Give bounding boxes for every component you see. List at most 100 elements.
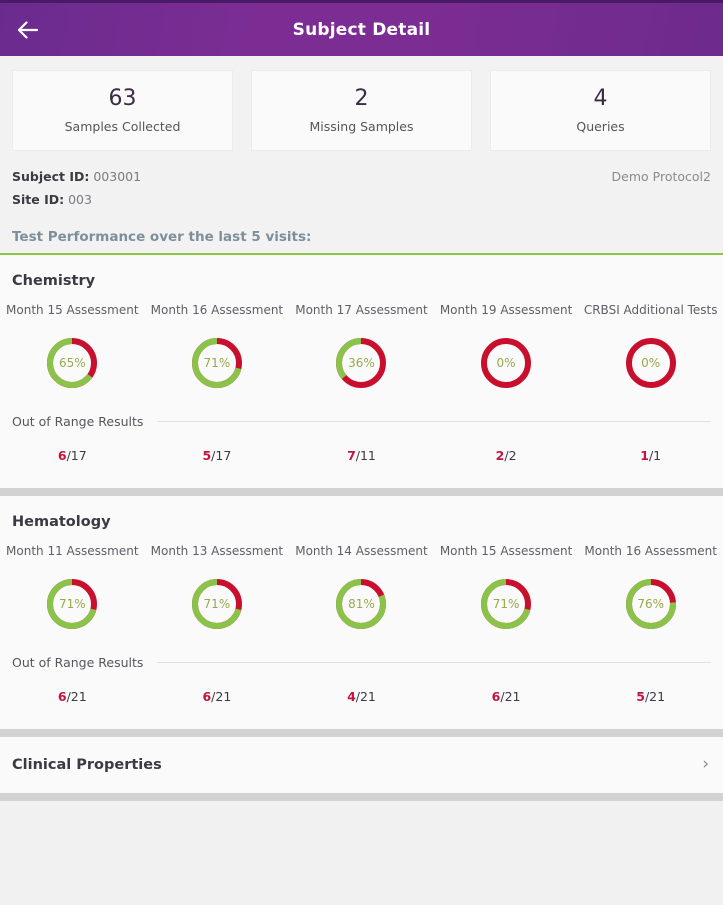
donut-chart[interactable]: 65% xyxy=(47,337,98,388)
donut-percent-label: 76% xyxy=(637,596,664,611)
fraction: 5/21 xyxy=(636,689,665,704)
fraction-denominator: 21 xyxy=(359,688,376,704)
clinical-properties-row[interactable]: Clinical Properties › xyxy=(0,736,723,793)
fraction-numerator: 1 xyxy=(640,447,649,463)
fraction-cell: 1/1 xyxy=(578,445,723,464)
donut-chart[interactable]: 71% xyxy=(191,337,242,388)
column-labels-chemistry: Month 15 Assessment Month 16 Assessment … xyxy=(0,291,723,322)
site-id-row: Site ID: 003 xyxy=(12,188,711,211)
column-label-text: Month 15 Assessment xyxy=(6,302,139,317)
fraction: 5/17 xyxy=(202,448,231,463)
fraction-numerator: 5 xyxy=(202,447,212,463)
donut-chart[interactable]: 71% xyxy=(47,578,98,629)
fraction: 7/11 xyxy=(347,448,376,463)
column-label: Month 16 Assessment xyxy=(145,303,290,318)
fraction-numerator: 6 xyxy=(57,688,67,704)
fraction: 4/21 xyxy=(347,689,376,704)
subject-id-row: Subject ID: 003001 Demo Protocol2 xyxy=(12,165,711,188)
donut-percent-label: 71% xyxy=(203,355,231,370)
column-label: Month 11 Assessment xyxy=(0,544,145,559)
back-button[interactable] xyxy=(0,2,56,58)
stats-strip: 63 Samples Collected 2 Missing Samples 4… xyxy=(0,56,723,161)
stat-value: 4 xyxy=(593,86,608,111)
panel-hematology: Hematology Month 11 Assessment Month 13 … xyxy=(0,495,723,729)
fraction-cell: 2/2 xyxy=(434,445,579,464)
fraction-numerator: 6 xyxy=(202,688,212,704)
fraction-cell: 7/11 xyxy=(289,445,434,464)
donut-cell: 71% xyxy=(434,578,579,633)
donut-chart[interactable]: 36% xyxy=(336,337,387,388)
donut-chart[interactable]: 71% xyxy=(481,578,532,629)
test-performance-title: Test Performance over the last 5 visits: xyxy=(12,228,312,245)
stat-card-queries[interactable]: 4 Queries xyxy=(490,70,711,151)
donut-percent-label: 36% xyxy=(348,355,375,370)
column-label-text: Month 14 Assessment xyxy=(295,543,428,558)
fraction-cell: 6/21 xyxy=(434,686,579,705)
page-content: 63 Samples Collected 2 Missing Samples 4… xyxy=(0,56,723,801)
donut-cell: 81% xyxy=(289,578,434,633)
fraction-denominator: 21 xyxy=(215,688,232,704)
fraction: 6/21 xyxy=(202,689,231,704)
section-separator xyxy=(0,487,723,496)
column-label-text: Month 16 Assessment xyxy=(150,302,284,317)
fraction: 1/1 xyxy=(640,448,661,463)
column-label: CRBSI Additional Tests xyxy=(578,303,723,318)
protocol-name: Demo Protocol2 xyxy=(611,168,711,184)
fraction-denominator: 1 xyxy=(653,447,662,463)
fraction-denominator: 21 xyxy=(649,688,666,704)
arrow-left-icon xyxy=(17,20,39,39)
donut-chart[interactable]: 0% xyxy=(625,337,676,388)
donut-chart[interactable]: 71% xyxy=(191,578,242,629)
donut-cell: 0% xyxy=(578,337,723,392)
stat-label: Queries xyxy=(576,118,625,134)
site-id: Site ID: 003 xyxy=(12,192,92,207)
column-label-text: Month 17 Assessment xyxy=(295,302,428,317)
fraction-denominator: 11 xyxy=(359,447,376,463)
column-label-text: Month 15 Assessment xyxy=(439,543,573,558)
stat-label: Missing Samples xyxy=(309,118,414,134)
column-label-text: Month 16 Assessment xyxy=(584,543,717,558)
out-of-range-row-hematology: Out of Range Results xyxy=(0,637,723,670)
donut-cell: 71% xyxy=(0,578,145,633)
donut-percent-label: 65% xyxy=(58,355,86,370)
divider xyxy=(157,420,711,422)
stat-label: Samples Collected xyxy=(64,118,181,134)
fraction-cell: 6/17 xyxy=(0,445,145,464)
donut-percent-label: 71% xyxy=(492,596,520,611)
fraction: 2/2 xyxy=(496,448,517,463)
stat-card-missing-samples[interactable]: 2 Missing Samples xyxy=(251,70,472,151)
chevron-right-icon: › xyxy=(702,754,709,774)
subject-detail-page: Subject Detail 63 Samples Collected 2 Mi… xyxy=(0,0,723,905)
donut-percent-label: 81% xyxy=(348,596,375,611)
subject-meta: Subject ID: 003001 Demo Protocol2 Site I… xyxy=(0,160,723,225)
stat-card-samples-collected[interactable]: 63 Samples Collected xyxy=(12,70,233,151)
test-performance-header: Test Performance over the last 5 visits: xyxy=(0,224,723,255)
fraction-numerator: 4 xyxy=(347,688,356,704)
site-id-value: 003 xyxy=(68,191,92,207)
donut-row-chemistry: 65% 71% 36% 0% 0% xyxy=(0,322,723,396)
fraction-numerator: 5 xyxy=(636,688,645,704)
fraction-denominator: 17 xyxy=(215,447,232,463)
column-label: Month 13 Assessment xyxy=(145,544,290,559)
subject-id-key: Subject ID: xyxy=(12,168,90,184)
donut-row-hematology: 71% 71% 81% 71% 76% xyxy=(0,563,723,637)
fraction-denominator: 21 xyxy=(70,688,87,704)
panel-heading-hematology: Hematology xyxy=(12,513,111,530)
fraction-numerator: 7 xyxy=(347,447,356,463)
page-filler xyxy=(0,800,723,905)
donut-chart[interactable]: 76% xyxy=(625,578,676,629)
app-header: Subject Detail xyxy=(0,0,723,56)
clinical-properties-label: Clinical Properties xyxy=(12,756,162,773)
subject-id-value: 003001 xyxy=(93,168,142,184)
donut-percent-label: 71% xyxy=(203,596,231,611)
fraction: 6/17 xyxy=(58,448,87,463)
column-label: Month 17 Assessment xyxy=(289,303,434,318)
out-of-range-row-chemistry: Out of Range Results xyxy=(0,396,723,429)
site-id-key: Site ID: xyxy=(12,191,65,207)
donut-chart[interactable]: 0% xyxy=(481,337,532,388)
donut-chart[interactable]: 81% xyxy=(336,578,387,629)
out-of-range-label: Out of Range Results xyxy=(12,413,144,429)
fraction-denominator: 2 xyxy=(508,447,517,463)
stat-value: 63 xyxy=(108,86,137,111)
donut-percent-label: 71% xyxy=(58,596,86,611)
